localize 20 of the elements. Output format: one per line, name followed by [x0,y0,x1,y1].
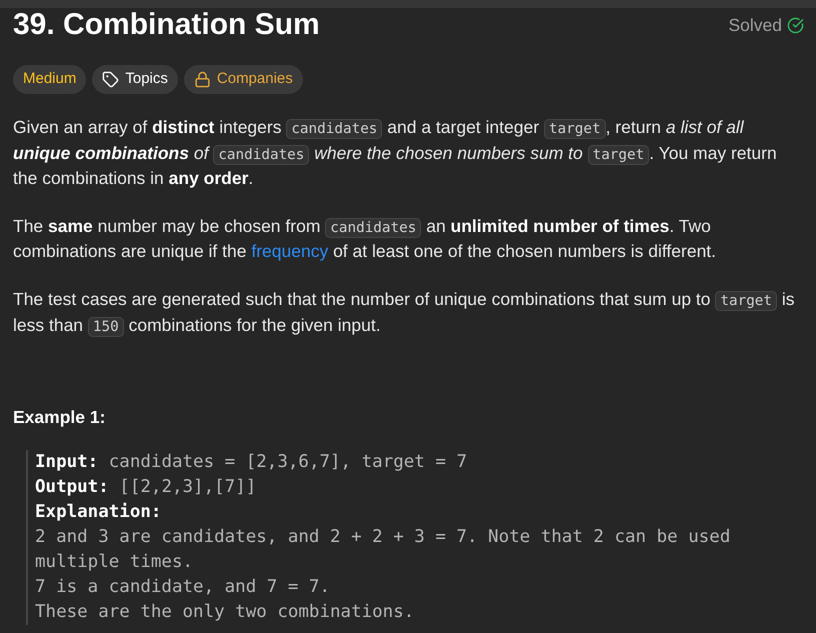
status-label: Solved [728,14,782,37]
description-paragraph: Given an array of distinct integers candidates and a target integer target , return a list of all unique combinations of candidates where the chosen numbers sum to target . You may return the combinations in any order. [13,116,778,190]
lock-icon [194,71,211,88]
description-paragraph: The same number may be chosen from candidates an unlimited number of times. Two combinations are unique if the frequency of at least one of the chosen numbers is different. [13,214,718,264]
description-paragraph: The test cases are generated such that the number of unique combinations that sum up to target is less than 150 combinations for the given input. [13,288,796,338]
example-value: candidates = [2,3,6,7], target = 7 [108,451,467,474]
example-value: [[2,2,3],[7]] [119,476,256,500]
problem-title: 39. Combination Sum [13,9,320,41]
companies-button[interactable]: Companies [184,65,303,94]
example-text: These are the only two combinations. [35,601,416,624]
example-label: Output: [35,476,110,500]
difficulty-tag: Medium [13,65,86,94]
example-label: Input: [35,451,100,474]
tag-icon [102,71,120,88]
topics-button[interactable]: Topics [92,65,178,94]
example-label: Explanation: [35,501,162,524]
example-heading: Example 1: [13,406,106,430]
example-text: 2 and 3 are candidates, and 2 + 2 + 3 = 7. Note that 2 can be used multiple times. [35,526,732,574]
text-link[interactable]: frequency [251,241,328,262]
example-text: 7 is a candidate, and 7 = 7. [35,576,332,600]
